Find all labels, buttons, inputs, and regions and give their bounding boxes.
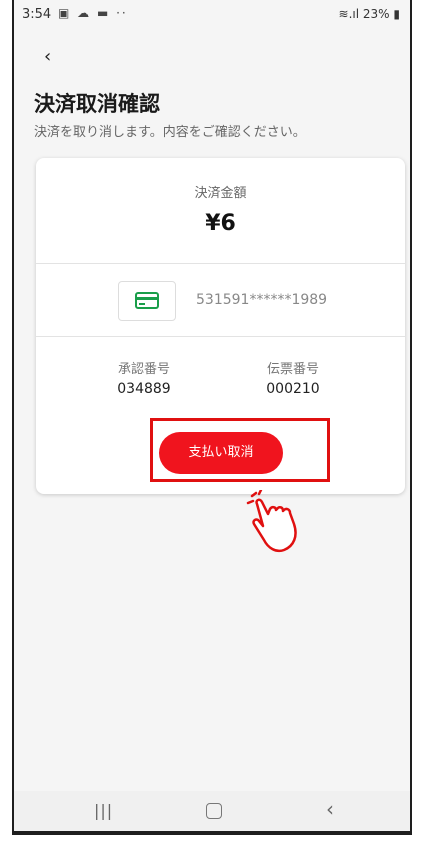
- notification-icons: ▣ ☁ ▬ ··: [58, 6, 128, 20]
- amount-label: 決済金額: [194, 186, 247, 201]
- card-number: 531591******1989: [196, 292, 328, 308]
- approval-number-value: 034889: [117, 381, 171, 397]
- status-right: ≋.ıl 23% ▮: [339, 7, 400, 21]
- home-icon[interactable]: [206, 803, 222, 819]
- slip-number-value: 000210: [266, 381, 320, 397]
- nav-back-icon[interactable]: ‹: [326, 797, 334, 821]
- amount-value: ¥6: [205, 211, 236, 236]
- hand-pointer-icon: [246, 490, 297, 553]
- wifi-signal-icon: ≋.ıl: [338, 7, 360, 21]
- slip-number-label: 伝票番号: [266, 362, 319, 377]
- battery-level: 23%: [362, 7, 390, 21]
- page-subtitle: 決済を取り消します。内容をご確認ください。: [34, 125, 306, 140]
- divider: [36, 336, 405, 337]
- cancel-payment-button[interactable]: 支払い取消: [159, 432, 283, 474]
- navigation-bar: ||| ‹: [14, 791, 410, 831]
- approval-number-label: 承認番号: [117, 362, 170, 377]
- card-icon-box: [118, 281, 176, 321]
- recent-apps-icon[interactable]: |||: [94, 801, 113, 820]
- payment-card: 決済金額 ¥6 531591******1989 承認番号 034889 伝票番…: [36, 158, 405, 494]
- divider: [36, 263, 405, 264]
- status-time: 3:54: [22, 7, 52, 22]
- phone-screen: 3:54 ▣ ☁ ▬ ·· ≋.ıl 23% ▮ ‹ 決済取消確認 決済を取り消…: [12, 0, 412, 835]
- battery-icon: ▮: [393, 7, 400, 21]
- credit-card-icon: [135, 292, 159, 309]
- chevron-left-icon: ‹: [44, 46, 52, 67]
- status-bar: 3:54 ▣ ☁ ▬ ·· ≋.ıl 23% ▮: [14, 0, 410, 32]
- back-button[interactable]: ‹: [44, 42, 74, 72]
- page-title: 決済取消確認: [34, 92, 160, 116]
